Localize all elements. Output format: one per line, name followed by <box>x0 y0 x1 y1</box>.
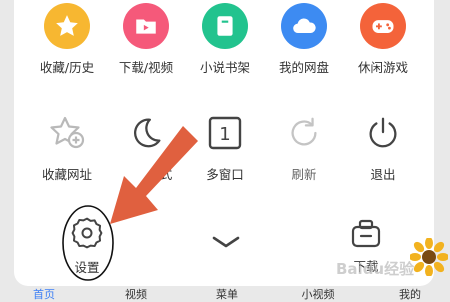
menu-item-casual-games[interactable]: 休闲游戏 <box>338 3 428 76</box>
window-count: 1 <box>219 124 230 145</box>
collapse-chevron-icon[interactable] <box>211 232 241 252</box>
sunflower-logo <box>410 238 448 276</box>
window-count-icon: 1 <box>202 110 248 156</box>
bottom-nav: 首页 视频 菜单 小视频 我的 <box>0 286 450 301</box>
watermark-text: Baidu经验 <box>336 260 415 278</box>
menu-item-favorites-history[interactable]: 收藏/历史 <box>22 3 112 76</box>
menu-item-downloads-video[interactable]: 下载/视频 <box>101 3 191 76</box>
menu-item-exit[interactable]: 退出 <box>338 110 428 183</box>
book-icon <box>202 3 248 49</box>
annotation-arrow <box>110 126 198 224</box>
refresh-icon <box>281 110 327 156</box>
menu-item-refresh[interactable]: 刷新 <box>259 110 349 183</box>
menu-item-label: 刷新 <box>291 167 317 182</box>
video-folder-icon <box>123 3 169 49</box>
menu-item-cloud-drive[interactable]: 我的网盘 <box>259 3 349 76</box>
toolbox-icon <box>343 218 389 250</box>
menu-item-label: 退出 <box>370 167 396 182</box>
menu-item-label: 收藏/历史 <box>39 60 95 75</box>
power-icon <box>360 110 406 156</box>
add-bookmark-icon <box>44 110 90 156</box>
gamepad-icon <box>360 3 406 49</box>
star-icon <box>44 3 90 49</box>
menu-item-label: 休闲游戏 <box>357 60 408 75</box>
menu-item-label: 小说书架 <box>199 60 250 75</box>
watermark: Baidu经验 <box>336 238 448 280</box>
menu-item-novel-shelf[interactable]: 小说书架 <box>180 3 270 76</box>
menu-item-label: 我的网盘 <box>278 60 329 75</box>
menu-item-label: 下载/视频 <box>118 60 174 75</box>
cloud-icon <box>281 3 327 49</box>
